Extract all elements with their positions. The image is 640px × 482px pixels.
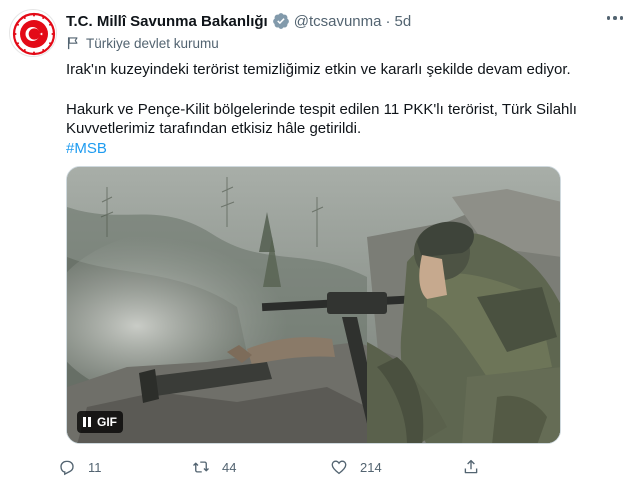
tweet-text: Irak'ın kuzeyindeki terörist temizliğimi… (66, 60, 620, 158)
tweet-media-gif[interactable]: GIF (66, 166, 561, 444)
tweet-header: T.C. Millî Savunma Bakanlığı @tcsavunma … (66, 10, 620, 32)
more-icon (606, 16, 611, 20)
like-count: 214 (360, 459, 382, 475)
reply-icon (60, 460, 74, 476)
account-handle[interactable]: @tcsavunma (294, 13, 382, 30)
gif-badge[interactable]: GIF (77, 411, 123, 433)
pause-icon[interactable] (83, 417, 91, 427)
tweet-paragraph-2: Hakurk ve Pençe-Kilit bölgelerinde tespi… (66, 100, 577, 138)
retweet-button[interactable]: 44 (192, 454, 236, 480)
government-flag-icon (67, 37, 78, 50)
avatar[interactable] (9, 9, 57, 57)
tweet-paragraph-1: Irak'ın kuzeyindeki terörist temizliğimi… (66, 61, 571, 78)
msb-emblem-icon (12, 12, 56, 56)
like-button[interactable]: 214 (330, 454, 382, 480)
retweet-icon (193, 461, 209, 473)
like-icon (331, 460, 347, 475)
government-label[interactable]: Türkiye devlet kurumu (66, 33, 219, 53)
more-options-button[interactable] (600, 6, 630, 30)
account-name[interactable]: T.C. Millî Savunma Bakanlığı (66, 13, 268, 30)
gif-label: GIF (97, 415, 117, 429)
share-button[interactable] (462, 454, 480, 480)
hashtag-link[interactable]: #MSB (66, 140, 107, 157)
reply-count: 11 (88, 459, 102, 475)
tweet-timestamp[interactable]: 5d (394, 13, 411, 30)
tweet[interactable]: T.C. Millî Savunma Bakanlığı @tcsavunma … (0, 0, 640, 482)
separator-dot: · (385, 12, 391, 30)
retweet-count: 44 (222, 459, 237, 475)
verified-badge-icon (272, 13, 289, 29)
tweet-actions: 11 44 214 (58, 454, 538, 480)
share-icon (464, 459, 478, 474)
reply-button[interactable]: 11 (58, 454, 102, 480)
government-label-text: Türkiye devlet kurumu (86, 35, 219, 51)
soldier-scene-image (67, 167, 560, 443)
